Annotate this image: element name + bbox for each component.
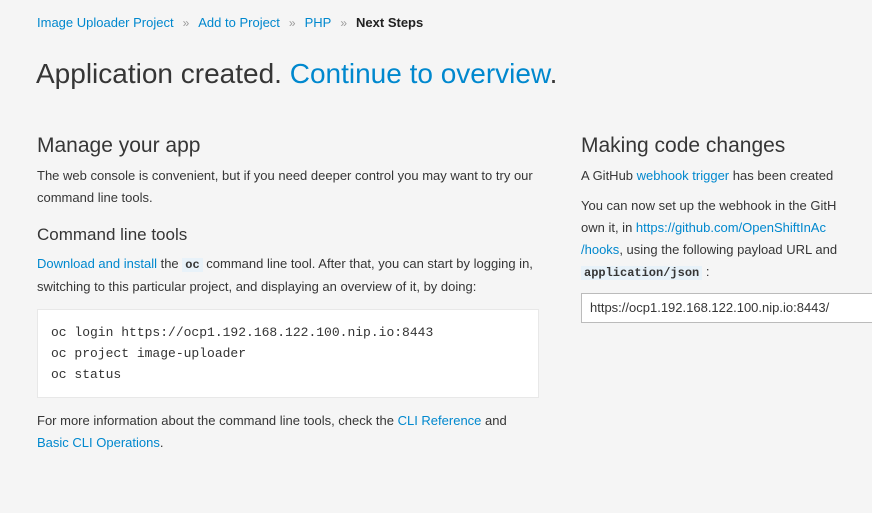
cli-description: Download and install the oc command line… — [37, 253, 539, 298]
payload-url-field[interactable]: https://ocp1.192.168.122.100.nip.io:8443… — [581, 293, 872, 323]
webhook-prefix: A GitHub — [581, 168, 637, 183]
oc-inline-code: oc — [182, 258, 203, 272]
content-type-code: application/json — [581, 266, 703, 280]
code-changes-clip: Making code changes A GitHub webhook tri… — [581, 0, 872, 513]
setup-line-4: application/json : — [581, 261, 872, 284]
breadcrumb-current: Next Steps — [356, 15, 424, 30]
breadcrumb-separator: » — [340, 15, 348, 30]
cli-heading: Command line tools — [37, 225, 188, 244]
breadcrumb-separator: » — [182, 15, 190, 30]
cli-code-block: oc login https://ocp1.192.168.122.100.ni… — [37, 309, 539, 398]
code-line: oc project image-uploader — [51, 346, 247, 361]
breadcrumb-item-project[interactable]: Image Uploader Project — [37, 15, 174, 30]
setup-line-3: /hooks, using the following payload URL … — [581, 239, 872, 261]
hooks-link[interactable]: /hooks — [581, 242, 619, 257]
breadcrumb-item-add-to-project[interactable]: Add to Project — [198, 15, 280, 30]
webhook-trigger-link[interactable]: webhook trigger — [637, 168, 730, 183]
setup-line-2-prefix: own it, in — [581, 220, 636, 235]
setup-line-1: You can now set up the webhook in the Gi… — [581, 198, 837, 213]
setup-line-3-suffix: , using the following payload URL and — [619, 242, 838, 257]
manage-app-section: Manage your app The web console is conve… — [37, 134, 539, 454]
setup-line-2: own it, in https://github.com/OpenShiftI… — [581, 217, 872, 239]
more-info-suffix: . — [159, 435, 164, 450]
page-title: Application created. Continue to overvie… — [36, 58, 557, 90]
code-line: oc login https://ocp1.192.168.122.100.ni… — [51, 325, 434, 340]
manage-app-heading: Manage your app — [37, 134, 201, 157]
download-install-link[interactable]: Download and install — [37, 256, 157, 271]
more-info-and: and — [481, 413, 507, 428]
basic-cli-operations-link[interactable]: Basic CLI Operations — [37, 435, 160, 450]
code-line: oc status — [51, 367, 122, 382]
webhook-text: A GitHub webhook trigger has been create… — [581, 165, 872, 187]
continue-to-overview-link[interactable]: Continue to overview — [290, 58, 550, 89]
more-info-text: For more information about the command l… — [37, 410, 539, 454]
code-changes-heading: Making code changes — [581, 134, 786, 157]
page-title-suffix: . — [549, 58, 558, 89]
breadcrumb-separator: » — [288, 15, 296, 30]
breadcrumb: Image Uploader Project » Add to Project … — [37, 15, 423, 30]
more-info-prefix: For more information about the command l… — [37, 413, 398, 428]
manage-app-intro: The web console is convenient, but if yo… — [37, 168, 533, 205]
webhook-suffix: has been created — [729, 168, 834, 183]
breadcrumb-item-php[interactable]: PHP — [305, 15, 332, 30]
page-title-text: Application created. — [36, 58, 290, 89]
content-type-colon: : — [702, 264, 710, 279]
code-changes-section: Making code changes A GitHub webhook tri… — [581, 134, 872, 323]
cli-reference-link[interactable]: CLI Reference — [398, 413, 482, 428]
repo-link[interactable]: https://github.com/OpenShiftInAc — [636, 220, 826, 235]
cli-text-the: the — [156, 256, 183, 271]
